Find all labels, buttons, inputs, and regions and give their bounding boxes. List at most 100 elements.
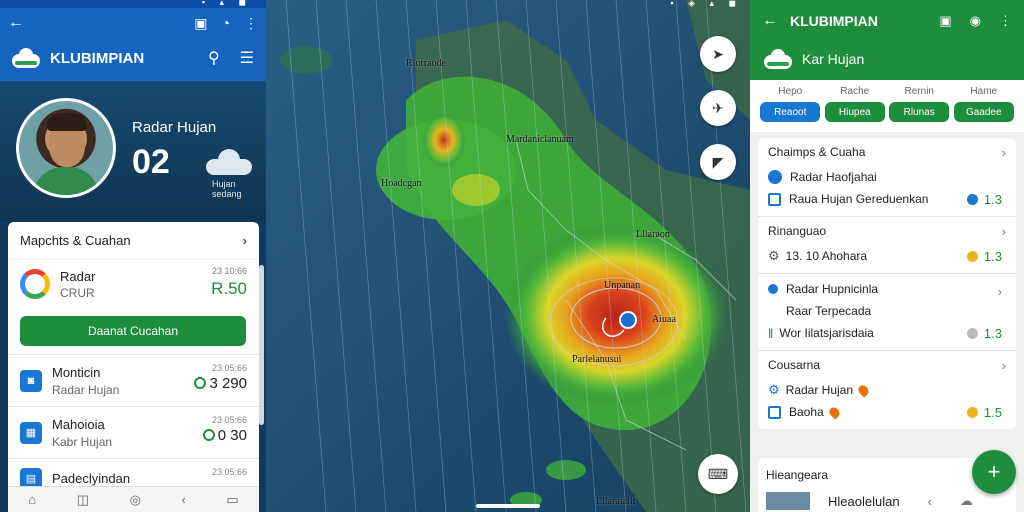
google-radar-item[interactable]: Radar CRUR 23 10:66 R.50 [8,260,259,308]
filter-tabs: Hepo Reaoot Rache Hiupea Rernin Rlunas H… [750,80,1024,132]
status-dot-icon [966,406,978,418]
avatar[interactable] [16,98,116,198]
list-item[interactable]: ‖ Wor Iilatsjarisdaia 1.3 [768,322,1006,344]
compass-icon[interactable]: ➤ [700,36,736,72]
map-label: Unpanan [604,280,641,291]
tab-hame[interactable]: Hame Gaadee [953,86,1014,132]
orange-pin-icon [827,404,842,420]
app-title: KLUBIMPIAN [50,49,145,67]
list-item[interactable]: ⚙ 13. 10 Ahohara 1.3 [768,245,1006,267]
add-location-button[interactable]: + [972,450,1016,494]
back-chevron-icon[interactable]: ‹ [181,492,185,507]
menu-icon[interactable]: ☰ [240,48,254,68]
cloud-outline-icon[interactable]: ☁ [960,493,973,509]
status-dot-icon [966,193,978,205]
primary-action-button[interactable]: Daanat Cucahan [20,316,246,346]
map-label: Parlelanusui [572,354,622,365]
list-item[interactable]: ▦ Mahoioia Kabr Hujan 23 05:66 0 30 [8,406,259,458]
square-icon [768,405,781,419]
list-item[interactable]: Hleaolelulan ‹ ☁ [758,492,1016,510]
more-vert-icon[interactable]: ⋮ [999,13,1012,29]
weather-hero: Radar Hujan 02 Hujan sedang [0,81,266,221]
radar-map-canvas [266,0,750,512]
card-header[interactable]: Mapchts & Cuahan › [8,222,259,260]
status-dot-icon [202,429,215,441]
list-item[interactable]: Radar Haofjahai [768,166,1006,188]
status-bar: ▪ ▴ ◼ [0,0,266,8]
orange-pin-icon [856,382,871,398]
gear-icon: ⚙ [768,382,780,397]
thumbnail-image [766,492,810,510]
page-subtitle: Kar Hujan [802,51,865,67]
chevron-right-icon: › [1001,223,1006,239]
chevron-right-icon: › [1001,357,1006,373]
radar-map[interactable]: ▪ ◈ ▴ ◼ Rlorraode Mardaniclanuam Hoadcga… [266,0,750,512]
home-icon[interactable]: ⌂ [28,492,36,507]
gear-icon: ⚙ [768,248,780,263]
more-vert-icon[interactable]: ⋮ [244,15,258,32]
list-item[interactable]: Raua Hujan Gereduenkan 1.3 [768,188,1006,210]
list-item[interactable]: Baoha 1.5 [768,401,1006,423]
square-icon [768,192,781,206]
window-icon[interactable]: ▭ [226,492,238,508]
list-item[interactable]: Radar Hupnicinla [768,278,1006,300]
status-dot-icon [966,327,978,339]
location-pin-icon [768,170,782,184]
map-label: Rlorraode [406,58,446,69]
scrollbar[interactable] [259,265,264,425]
radar-list: Chaimps & Cuaha › Radar Haofjahai Raua Hu… [758,138,1016,429]
tab-rernin[interactable]: Rernin Rlunas [889,86,950,132]
section-header[interactable]: Rinanguao › [768,217,1006,245]
app-title: KLUBIMPIAN [790,13,878,29]
maps-card: Mapchts & Cuahan › Radar CRUR 23 10:66 R… [8,222,259,512]
bottom-nav: ⌂ ◫ ◎ ‹ ▭ [8,486,259,512]
section: Chaimps & Cuaha › Radar Haofjahai Raua Hu… [758,138,1016,217]
section: › Radar Hupnicinla Raar Terpecada ‖ Wor I… [758,278,1016,351]
section: Rinanguao › ⚙ 13. 10 Ahohara 1.3 [758,217,1016,274]
back-arrow-icon[interactable]: ← [8,14,24,32]
location-pin-icon [768,284,778,294]
back-arrow-icon[interactable]: ← [762,12,778,30]
search-icon[interactable]: ⚲ [208,48,220,68]
chat-icon[interactable]: ◔ [222,15,230,32]
section: Cousarna › ⚙ Radar Hujan Baoha 1.5 [758,351,1016,429]
status-dot-icon [194,377,207,389]
section-header[interactable]: Cousarna › [768,351,1006,379]
circle-icon[interactable]: ◎ [130,492,141,508]
app-bar: ← KLUBIMPIAN ▣ ◉ ⋮ Kar Hujan [750,0,1024,80]
list-item[interactable]: Raar Terpecada [768,300,1006,322]
chevron-right-icon: › [1001,144,1006,160]
navigation-icon[interactable]: ✈ [700,90,736,126]
app-bar: ← ▣ ◔ ⋮ KLUBIMPIAN ⚲ ☰ [0,8,266,81]
gesture-handle[interactable] [476,504,540,508]
google-icon [20,269,50,299]
bars-icon: ‖ [768,325,774,341]
weather-caption: Hujan sedang [212,179,242,199]
app-logo-icon [12,48,40,68]
keyboard-icon[interactable]: ⌨ [698,454,738,494]
list-item[interactable]: ⚙ Radar Hujan [768,379,1006,401]
avatar-icon[interactable]: ◉ [970,13,981,29]
status-dot-icon [966,250,978,262]
app-logo-icon [764,49,792,69]
section-header[interactable]: Chaimps & Cuaha › [768,138,1006,166]
bookmark-icon[interactable]: ▣ [939,13,951,29]
map-label: Hoadcgan [381,178,422,189]
right-phone-screen: ← KLUBIMPIAN ▣ ◉ ⋮ Kar Hujan Hepo Reaoot… [750,0,1024,512]
map-label: Aiuaa [652,314,676,325]
cloud-icon [206,149,252,175]
map-label: Mardaniclanuam [506,134,574,145]
tab-hepo[interactable]: Hepo Reaoot [760,86,821,132]
tab-rache[interactable]: Rache Hiupea [824,86,885,132]
temperature-value: 02 [132,143,170,181]
left-phone-screen: ▪ ▴ ◼ ← ▣ ◔ ⋮ KLUBIMPIAN ⚲ ☰ Radar Hujan… [0,0,266,512]
my-location-icon[interactable]: ◤ [700,144,736,180]
bookmark-icon[interactable]: ▣ [194,15,207,32]
back-chevron-icon[interactable]: ‹ [928,494,932,509]
app-square-icon: ◙ [20,369,42,392]
chevron-right-icon: › [242,233,247,248]
status-bar: ▪ ◈ ▴ ◼ [670,0,742,8]
chat-bubble-icon[interactable]: ◫ [77,492,89,508]
grid-square-icon: ▦ [20,421,42,444]
list-item[interactable]: ◙ Monticin Radar Hujan 23 05:66 3 290 [8,354,259,406]
